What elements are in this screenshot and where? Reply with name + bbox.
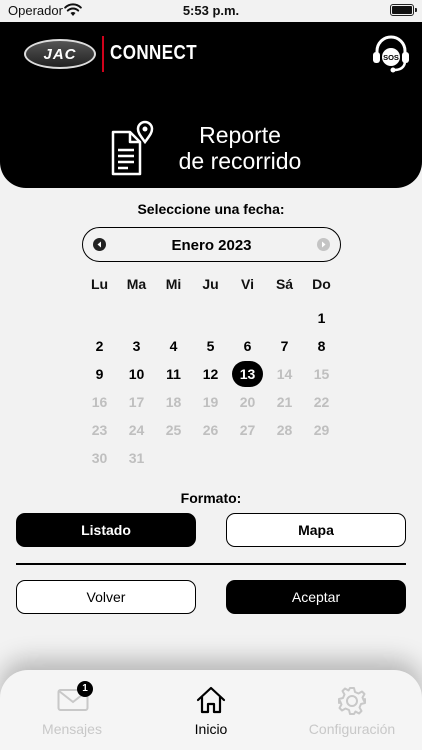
calendar-day: 29 [313,422,330,438]
calendar-day[interactable]: 5 [192,332,229,360]
accept-button[interactable]: Aceptar [226,580,406,614]
calendar-empty-cell [192,444,229,472]
divider [16,563,406,565]
calendar-empty-cell [229,304,266,332]
calendar-empty-cell [81,304,118,332]
calendar-week: 2345678 [81,332,340,360]
calendar-day: 27 [239,422,256,438]
logo-divider [102,36,104,72]
tab-settings[interactable]: Configuración [282,670,422,750]
weekday-label: Mi [165,276,182,292]
calendar-empty-cell [155,444,192,472]
calendar-day: 28 [276,422,293,438]
document-location-icon [111,120,154,176]
calendar-empty-cell [266,304,303,332]
calendar-day[interactable]: 1 [303,304,340,332]
calendar-day: 19 [202,394,219,410]
calendar-empty-cell [303,444,340,472]
gear-icon [338,687,366,715]
calendar-day[interactable]: 7 [266,332,303,360]
back-button[interactable]: Volver [16,580,196,614]
format-list-button[interactable]: Listado [16,513,196,547]
calendar-week: 30 31 [81,444,340,472]
calendar-day[interactable]: 11 [155,360,192,388]
calendar-day[interactable]: 6 [229,332,266,360]
weekday-label: Ju [202,276,219,292]
tab-settings-label: Configuración [308,721,396,737]
home-icon [196,686,226,714]
calendar-day: 24 [128,422,145,438]
messages-badge: 1 [77,681,93,697]
calendar-day[interactable]: 8 [303,332,340,360]
app-header: JAC CONNECT SOS [0,22,422,86]
chevron-right-icon[interactable] [317,238,330,251]
calendar-day: 26 [202,422,219,438]
format-label: Formato: [180,490,242,506]
calendar-week: 23 24 25 26 27 28 29 [81,416,340,444]
calendar-day[interactable]: 10 [118,360,155,388]
tab-messages[interactable]: 1 Mensajes [2,670,142,750]
calendar-week: 1 [81,304,340,332]
month-selector: Enero 2023 [82,227,341,262]
month-label: Enero 2023 [171,237,252,254]
brand-connect: CONNECT [110,42,198,64]
weekday-header: Lu Ma Mi Ju Vi Sá Do [81,270,340,304]
calendar-day: 20 [239,394,256,410]
calendar-week: 9 10 11 12 13 14 15 [81,360,340,388]
title-banner: Reporte de recorrido [0,86,422,188]
calendar-day[interactable]: 3 [118,332,155,360]
calendar-empty-cell [118,304,155,332]
calendar-weeks: 1 2 3 4 5 6 7 8 9 10 11 12 13 14 15 16 17 18 19 20 21 22 23 24 2… [81,304,340,472]
calendar-empty-cell [266,444,303,472]
calendar-day[interactable]: 4 [155,332,192,360]
calendar-day: 17 [128,394,145,410]
calendar-day: 14 [276,366,293,382]
tab-home-label: Inicio [194,721,228,737]
calendar-day: 30 [91,450,108,466]
weekday-label: Lu [90,276,109,292]
calendar-grid: Lu Ma Mi Ju Vi Sá Do 1 2 3 4 5 6 7 8 9 10 11 12 13 14… [81,270,340,472]
calendar-day: 23 [91,422,108,438]
page-title: Reporte de recorrido [178,122,302,174]
calendar-day[interactable]: 12 [192,360,229,388]
calendar-day[interactable]: 9 [81,360,118,388]
status-bar: Operador 5:53 p.m. [0,0,422,22]
tab-home[interactable]: Inicio [141,670,281,750]
calendar-empty-cell [192,304,229,332]
sos-text: SOS [383,53,399,62]
logo-text: JAC [43,46,77,63]
weekday-label: Vi [241,276,254,292]
calendar-empty-cell [155,304,192,332]
tab-bar: 1 Mensajes Inicio Configuración [0,670,422,750]
calendar-day-selected[interactable]: 13 [229,360,266,388]
calendar-day: 18 [165,394,182,410]
tab-messages-label: Mensajes [42,721,102,737]
calendar-day: 22 [313,394,330,410]
calendar-empty-cell [229,444,266,472]
date-prompt: Seleccione una fecha: [137,201,285,217]
calendar-day: 25 [165,422,182,438]
jac-logo: JAC [24,39,96,69]
clock: 5:53 p.m. [182,3,240,18]
calendar-week: 16 17 18 19 20 21 22 [81,388,340,416]
headset-sos-icon[interactable]: SOS [370,32,412,74]
weekday-label: Ma [126,276,147,292]
calendar-day: 16 [91,394,108,410]
weekday-label: Sá [275,276,294,292]
calendar-day: 31 [128,450,145,466]
calendar-day: 15 [313,366,330,382]
calendar-day: 21 [276,394,293,410]
battery-icon [390,4,417,16]
weekday-label: Do [312,276,331,292]
format-map-button[interactable]: Mapa [226,513,406,547]
calendar-day[interactable]: 2 [81,332,118,360]
